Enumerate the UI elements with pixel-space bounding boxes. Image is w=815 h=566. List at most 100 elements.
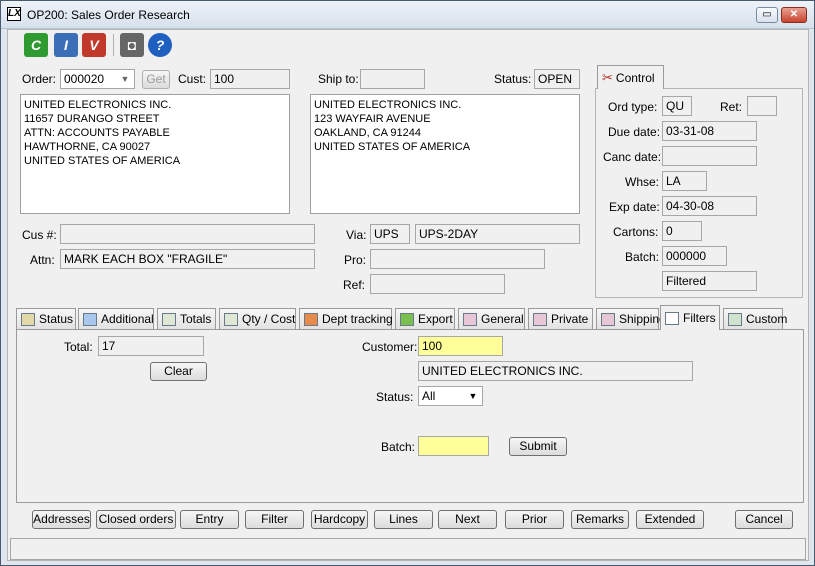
hardcopy-button[interactable]: Hardcopy <box>311 510 368 529</box>
filtered-field[interactable]: Filtered <box>662 271 757 291</box>
cus-number-label: Cus #: <box>22 228 57 242</box>
total-label: Total: <box>64 340 93 354</box>
cartons-field[interactable]: 0 <box>662 221 702 241</box>
tab-export[interactable]: Export <box>395 308 455 329</box>
due-date-label: Due date: <box>608 125 661 139</box>
clear-button[interactable]: Clear <box>150 362 207 381</box>
camera-icon[interactable]: ◘ <box>120 33 144 57</box>
address-line: UNITED STATES OF AMERICA <box>24 155 181 167</box>
tab-qty-cost[interactable]: Qty / Cost <box>219 308 296 329</box>
app-icon: LX <box>7 7 21 21</box>
shipto-field[interactable] <box>360 69 425 89</box>
client-area: C I V ◘? Order: 000020 ▼ Get Cust: 100 Ship … <box>7 29 809 561</box>
restore-button[interactable]: ▭ <box>756 7 778 23</box>
via-code-field[interactable]: UPS <box>370 224 410 244</box>
canc-date-label: Canc date: <box>603 150 662 164</box>
status-bar <box>10 538 806 560</box>
order-label: Order: <box>22 72 57 86</box>
tab-custom[interactable]: Custom <box>723 308 787 329</box>
tab-general[interactable]: General <box>458 308 525 329</box>
close-button[interactable]: ✕ <box>781 7 807 23</box>
tab-icon <box>224 312 238 326</box>
i-icon[interactable]: I <box>54 33 78 57</box>
pro-field[interactable] <box>370 249 545 269</box>
total-field[interactable]: 17 <box>98 336 204 356</box>
tab-label: Export <box>418 312 453 326</box>
filter-button[interactable]: Filter <box>245 510 304 529</box>
due-date-field[interactable]: 03-31-08 <box>662 121 757 141</box>
ref-field[interactable] <box>370 274 505 294</box>
tab-label: Qty / Cost <box>242 312 296 326</box>
tools-icon: ✂ <box>602 69 613 85</box>
closed-orders-button[interactable]: Closed orders <box>96 510 176 529</box>
addresses-button[interactable]: Addresses <box>32 510 91 529</box>
ordtype-field[interactable]: QU <box>662 96 692 116</box>
tab-label: Private <box>551 312 589 326</box>
get-button[interactable]: Get <box>142 70 170 89</box>
via-desc-field[interactable]: UPS-2DAY <box>415 224 580 244</box>
extended-button[interactable]: Extended <box>636 510 704 529</box>
cus-number-field[interactable] <box>60 224 315 244</box>
tab-label: Custom <box>746 312 788 326</box>
cancel-button[interactable]: Cancel <box>735 510 793 529</box>
lines-button[interactable]: Lines <box>374 510 433 529</box>
v-icon[interactable]: V <box>82 33 106 57</box>
batch-filter-input[interactable] <box>418 436 489 456</box>
chevron-down-icon[interactable]: ▼ <box>466 387 480 405</box>
status-filter-select[interactable]: All ▼ <box>418 386 483 406</box>
tab-icon <box>665 311 679 325</box>
whse-field[interactable]: LA <box>662 171 707 191</box>
order-combo[interactable]: 000020 ▼ <box>60 69 135 89</box>
window-title: OP200: Sales Order Research <box>27 8 190 22</box>
tab-label: General <box>481 312 524 326</box>
batch-label: Batch: <box>625 250 660 264</box>
entry-button[interactable]: Entry <box>180 510 239 529</box>
customer-input[interactable]: 100 <box>418 336 503 356</box>
chevron-down-icon[interactable]: ▼ <box>118 70 132 88</box>
tab-icon <box>400 312 414 326</box>
status-filter-value: All <box>422 389 436 403</box>
tab-dept-tracking[interactable]: Dept tracking <box>299 308 393 329</box>
tab-shipping[interactable]: Shipping <box>596 308 666 329</box>
tab-control[interactable]: ✂ Control <box>597 65 664 89</box>
tab-filters[interactable]: Filters <box>660 305 720 330</box>
ret-field[interactable] <box>747 96 777 116</box>
batch-field[interactable]: 000000 <box>662 246 727 266</box>
attn-label: Attn: <box>30 253 55 267</box>
cust-field[interactable]: 100 <box>210 69 290 89</box>
c-icon[interactable]: C <box>24 33 48 57</box>
tab-label: Filters <box>683 311 716 325</box>
customer-name-field[interactable]: UNITED ELECTRONICS INC. <box>418 361 693 381</box>
tab-icon <box>533 312 547 326</box>
next-button[interactable]: Next <box>438 510 497 529</box>
ret-label: Ret: <box>720 100 743 114</box>
restore-icon: ▭ <box>762 9 772 20</box>
exp-date-field[interactable]: 04-30-08 <box>662 196 757 216</box>
tab-additional[interactable]: Additional <box>78 308 154 329</box>
tab-icon <box>304 312 318 326</box>
tab-totals[interactable]: Totals <box>157 308 216 329</box>
address-line: ATTN: ACCOUNTS PAYABLE <box>24 127 170 139</box>
help-icon[interactable]: ? <box>148 33 172 57</box>
status-filter-label: Status: <box>376 390 414 404</box>
address-line: 123 WAYFAIR AVENUE <box>314 113 431 125</box>
remarks-button[interactable]: Remarks <box>571 510 629 529</box>
tab-status[interactable]: Status <box>16 308 76 329</box>
attn-field[interactable]: MARK EACH BOX "FRAGILE" <box>60 249 315 269</box>
exp-date-label: Exp date: <box>609 200 660 214</box>
tab-private[interactable]: Private <box>528 308 593 329</box>
canc-date-field[interactable] <box>662 146 757 166</box>
billto-address: UNITED ELECTRONICS INC. 11657 DURANGO STR… <box>20 94 290 214</box>
app-window: LX OP200: Sales Order Research ▭ ✕ C I V ◘?… <box>0 0 815 566</box>
prior-button[interactable]: Prior <box>505 510 564 529</box>
status-field[interactable]: OPEN <box>534 69 580 89</box>
address-line: UNITED STATES OF AMERICA <box>314 141 471 153</box>
tab-icon <box>463 312 477 326</box>
address-line: HAWTHORNE, CA 90027 <box>24 141 151 153</box>
shipto-label: Ship to: <box>318 72 359 86</box>
tab-label: Status <box>39 312 74 326</box>
tab-icon <box>83 312 97 326</box>
submit-button[interactable]: Submit <box>509 437 567 456</box>
ref-label: Ref: <box>343 278 366 292</box>
batch-filter-label: Batch: <box>381 440 416 454</box>
